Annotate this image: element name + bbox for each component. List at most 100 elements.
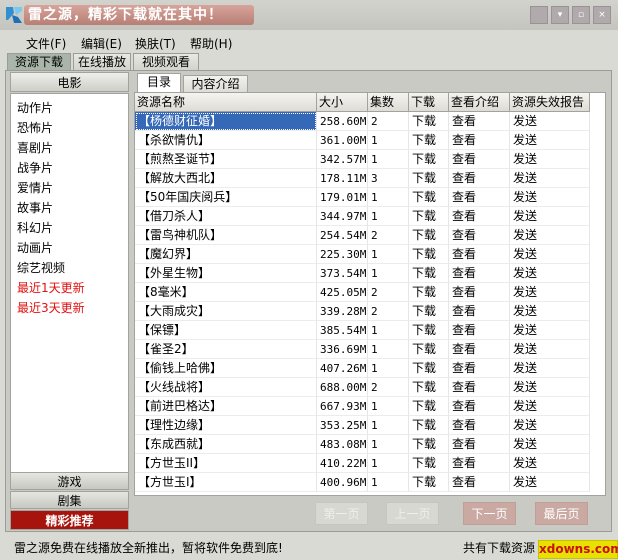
view-intro-link[interactable]: 查看: [449, 245, 510, 264]
download-link[interactable]: 下载: [409, 226, 449, 245]
column-header-episodes[interactable]: 集数: [368, 93, 409, 112]
table-row[interactable]: 【解放大西北】 178.11M 3 下载 查看 发送: [135, 169, 605, 188]
category-comedy[interactable]: 喜剧片: [17, 138, 53, 158]
report-link[interactable]: 发送: [510, 321, 590, 340]
view-intro-link[interactable]: 查看: [449, 321, 510, 340]
view-intro-link[interactable]: 查看: [449, 188, 510, 207]
table-row[interactable]: 【外星生物】 373.54M 1 下载 查看 发送: [135, 264, 605, 283]
report-link[interactable]: 发送: [510, 226, 590, 245]
view-intro-link[interactable]: 查看: [449, 131, 510, 150]
download-icon[interactable]: ▾: [551, 6, 569, 24]
table-row[interactable]: 【方世玉II】 410.22M 1 下载 查看 发送: [135, 454, 605, 473]
download-link[interactable]: 下载: [409, 188, 449, 207]
download-link[interactable]: 下载: [409, 435, 449, 454]
report-link[interactable]: 发送: [510, 454, 590, 473]
table-row[interactable]: 【魔幻界】 225.30M 1 下载 查看 发送: [135, 245, 605, 264]
last-page-button[interactable]: 最后页: [535, 502, 588, 525]
table-row[interactable]: 【东成西就】 483.08M 1 下载 查看 发送: [135, 435, 605, 454]
sidebar-header-movies[interactable]: 电影: [10, 72, 129, 92]
category-variety[interactable]: 综艺视频: [17, 258, 65, 278]
menu-skin[interactable]: 换肤(T): [135, 35, 176, 52]
view-intro-link[interactable]: 查看: [449, 150, 510, 169]
category-animation[interactable]: 动画片: [17, 238, 53, 258]
table-row[interactable]: 【煎熬圣诞节】 342.57M 1 下载 查看 发送: [135, 150, 605, 169]
column-header-view-intro[interactable]: 查看介绍: [449, 93, 510, 112]
view-intro-link[interactable]: 查看: [449, 378, 510, 397]
tab-online-play[interactable]: 在线播放: [73, 53, 131, 70]
report-link[interactable]: 发送: [510, 245, 590, 264]
report-link[interactable]: 发送: [510, 112, 590, 131]
category-romance[interactable]: 爱情片: [17, 178, 53, 198]
download-link[interactable]: 下载: [409, 359, 449, 378]
download-link[interactable]: 下载: [409, 131, 449, 150]
download-link[interactable]: 下载: [409, 321, 449, 340]
menu-icon[interactable]: [530, 6, 548, 24]
report-link[interactable]: 发送: [510, 169, 590, 188]
table-row[interactable]: 【保镖】 385.54M 1 下载 查看 发送: [135, 321, 605, 340]
download-link[interactable]: 下载: [409, 340, 449, 359]
view-intro-link[interactable]: 查看: [449, 454, 510, 473]
view-intro-link[interactable]: 查看: [449, 416, 510, 435]
category-war[interactable]: 战争片: [17, 158, 53, 178]
menu-file[interactable]: 文件(F): [26, 35, 66, 52]
download-link[interactable]: 下载: [409, 397, 449, 416]
tab-content-intro[interactable]: 内容介绍: [183, 75, 248, 92]
sidebar-recommended-button[interactable]: 精彩推荐: [10, 510, 129, 530]
table-row[interactable]: 【理性边缘】 353.25M 1 下载 查看 发送: [135, 416, 605, 435]
menu-edit[interactable]: 编辑(E): [81, 35, 122, 52]
category-horror[interactable]: 恐怖片: [17, 118, 53, 138]
table-row[interactable]: 【前进巴格达】 667.93M 1 下载 查看 发送: [135, 397, 605, 416]
table-row[interactable]: 【方世玉I】 400.96M 1 下载 查看 发送: [135, 473, 605, 492]
download-link[interactable]: 下载: [409, 473, 449, 492]
download-link[interactable]: 下载: [409, 302, 449, 321]
column-header-name[interactable]: 资源名称: [135, 93, 317, 112]
view-intro-link[interactable]: 查看: [449, 302, 510, 321]
table-row[interactable]: 【大雨成灾】 339.28M 2 下载 查看 发送: [135, 302, 605, 321]
close-icon[interactable]: ×: [593, 6, 611, 24]
column-header-download[interactable]: 下载: [409, 93, 449, 112]
table-row[interactable]: 【火线战将】 688.00M 2 下载 查看 发送: [135, 378, 605, 397]
column-header-report[interactable]: 资源失效报告: [510, 93, 590, 112]
table-row[interactable]: 【50年国庆阅兵】 179.01M 1 下载 查看 发送: [135, 188, 605, 207]
sidebar-games-button[interactable]: 游戏: [10, 472, 129, 490]
view-intro-link[interactable]: 查看: [449, 226, 510, 245]
view-intro-link[interactable]: 查看: [449, 283, 510, 302]
table-row[interactable]: 【偷钱上哈佛】 407.26M 1 下载 查看 发送: [135, 359, 605, 378]
report-link[interactable]: 发送: [510, 131, 590, 150]
download-link[interactable]: 下载: [409, 264, 449, 283]
download-link[interactable]: 下载: [409, 150, 449, 169]
next-page-button[interactable]: 下一页: [463, 502, 516, 525]
report-link[interactable]: 发送: [510, 435, 590, 454]
download-link[interactable]: 下载: [409, 245, 449, 264]
report-link[interactable]: 发送: [510, 283, 590, 302]
view-intro-link[interactable]: 查看: [449, 264, 510, 283]
report-link[interactable]: 发送: [510, 378, 590, 397]
tab-directory[interactable]: 目录: [137, 73, 181, 93]
table-row[interactable]: 【8毫米】 425.05M 2 下载 查看 发送: [135, 283, 605, 302]
table-row[interactable]: 【雀圣2】 336.69M 1 下载 查看 发送: [135, 340, 605, 359]
view-intro-link[interactable]: 查看: [449, 397, 510, 416]
report-link[interactable]: 发送: [510, 188, 590, 207]
tab-resource-download[interactable]: 资源下载: [7, 53, 71, 70]
table-row[interactable]: 【杨德财征婚】 258.60M 2 下载 查看 发送: [135, 112, 605, 131]
view-intro-link[interactable]: 查看: [449, 359, 510, 378]
download-link[interactable]: 下载: [409, 169, 449, 188]
download-link[interactable]: 下载: [409, 454, 449, 473]
view-intro-link[interactable]: 查看: [449, 169, 510, 188]
download-link[interactable]: 下载: [409, 283, 449, 302]
table-row[interactable]: 【借刀杀人】 344.97M 1 下载 查看 发送: [135, 207, 605, 226]
category-scifi[interactable]: 科幻片: [17, 218, 53, 238]
tab-video-watch[interactable]: 视频观看: [133, 53, 199, 70]
report-link[interactable]: 发送: [510, 302, 590, 321]
menu-help[interactable]: 帮助(H): [190, 35, 232, 52]
download-link[interactable]: 下载: [409, 416, 449, 435]
report-link[interactable]: 发送: [510, 416, 590, 435]
report-link[interactable]: 发送: [510, 359, 590, 378]
sidebar-series-button[interactable]: 剧集: [10, 491, 129, 509]
report-link[interactable]: 发送: [510, 340, 590, 359]
category-action[interactable]: 动作片: [17, 98, 53, 118]
first-page-button[interactable]: 第一页: [315, 502, 368, 525]
report-link[interactable]: 发送: [510, 264, 590, 283]
category-updated-1-day[interactable]: 最近1天更新: [17, 278, 85, 298]
view-intro-link[interactable]: 查看: [449, 340, 510, 359]
